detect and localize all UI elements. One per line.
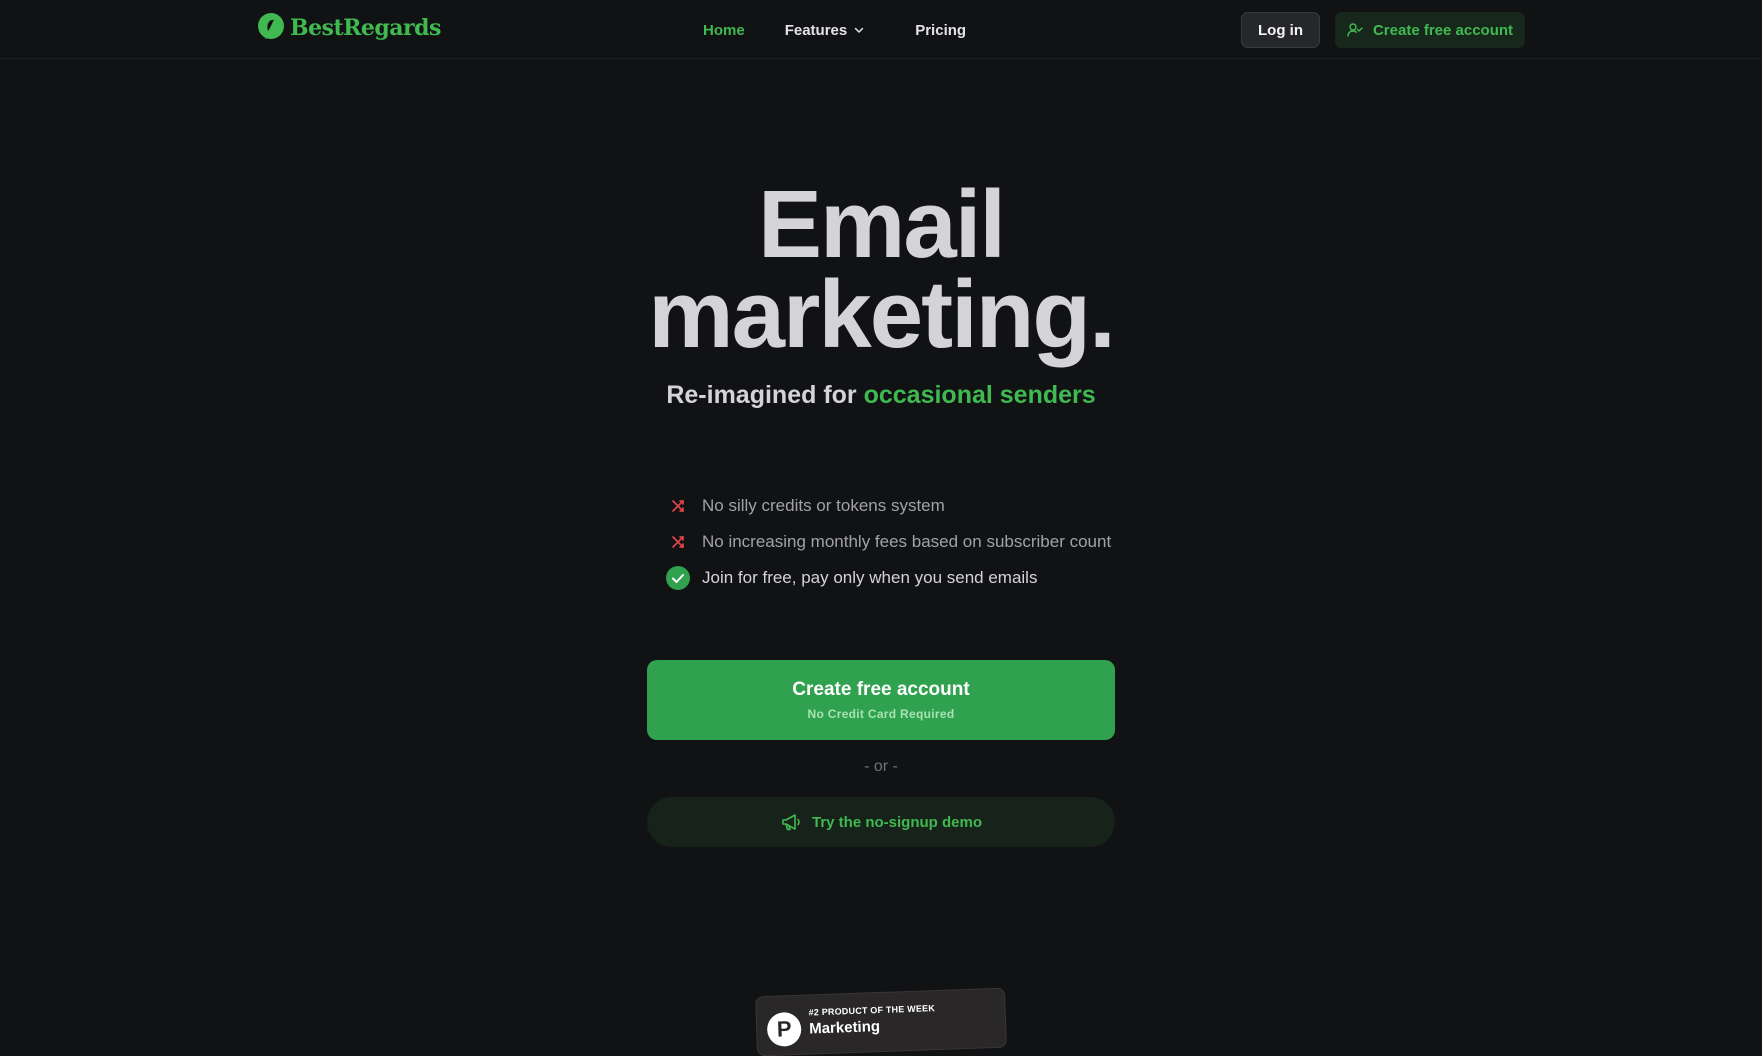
login-button[interactable]: Log in bbox=[1241, 12, 1320, 48]
create-account-button[interactable]: Create free account No Credit Card Requi… bbox=[647, 660, 1115, 740]
feature-text: No silly credits or tokens system bbox=[702, 496, 945, 515]
hero-title-line2: marketing. bbox=[648, 261, 1115, 368]
create-account-header-label: Create free account bbox=[1372, 21, 1514, 39]
feature-item: Join for free, pay only when you send em… bbox=[666, 560, 1126, 596]
feature-list: No silly credits or tokens system No inc… bbox=[666, 488, 1126, 596]
product-hunt-badge[interactable]: P #2 PRODUCT OF THE WEEK Marketing bbox=[755, 987, 1007, 1056]
brand-logo[interactable]: BestRegards bbox=[255, 11, 441, 44]
main-nav: Home Features Pricing bbox=[703, 19, 966, 41]
create-account-header-button[interactable]: Create free account bbox=[1335, 12, 1525, 48]
nav-features-label: Features bbox=[784, 21, 848, 39]
hero-subtitle: Re-imagined for occasional senders bbox=[0, 381, 1762, 410]
hero-subtitle-accent: occasional senders bbox=[863, 381, 1096, 409]
hero-title-line1: Email bbox=[757, 171, 1006, 278]
or-separator: - or - bbox=[864, 758, 898, 775]
create-account-label: Create free account bbox=[792, 679, 970, 700]
top-navbar: BestRegards Home Features Pricing Log in… bbox=[0, 0, 1762, 59]
badge-category: Marketing bbox=[808, 1018, 881, 1038]
feature-text: Join for free, pay only when you send em… bbox=[702, 568, 1038, 587]
chevron-down-icon bbox=[854, 27, 864, 33]
brand-name: BestRegards bbox=[290, 14, 441, 41]
try-demo-button[interactable]: Try the no-signup demo bbox=[647, 797, 1115, 847]
product-hunt-logo-icon: P bbox=[766, 1011, 802, 1047]
user-check-icon bbox=[1347, 23, 1363, 37]
cross-arrows-icon bbox=[666, 494, 690, 518]
feature-item: No increasing monthly fees based on subs… bbox=[666, 524, 1126, 560]
badge-rank: #2 PRODUCT OF THE WEEK bbox=[808, 1003, 936, 1018]
check-circle-icon bbox=[666, 566, 690, 590]
hero-subtitle-prefix: Re-imagined for bbox=[666, 381, 864, 409]
speech-bubble-logo-icon bbox=[258, 13, 284, 39]
nav-pricing[interactable]: Pricing bbox=[915, 19, 966, 41]
nav-features[interactable]: Features bbox=[785, 19, 866, 41]
megaphone-icon bbox=[782, 814, 800, 831]
no-credit-card-note: No Credit Card Required bbox=[807, 707, 955, 721]
feature-text: No increasing monthly fees based on subs… bbox=[702, 532, 1112, 551]
hero-title: Email marketing. bbox=[0, 171, 1762, 368]
cross-arrows-icon bbox=[666, 530, 690, 554]
nav-home[interactable]: Home bbox=[703, 19, 745, 41]
feature-item: No silly credits or tokens system bbox=[666, 488, 1126, 524]
try-demo-label: Try the no-signup demo bbox=[811, 813, 982, 831]
